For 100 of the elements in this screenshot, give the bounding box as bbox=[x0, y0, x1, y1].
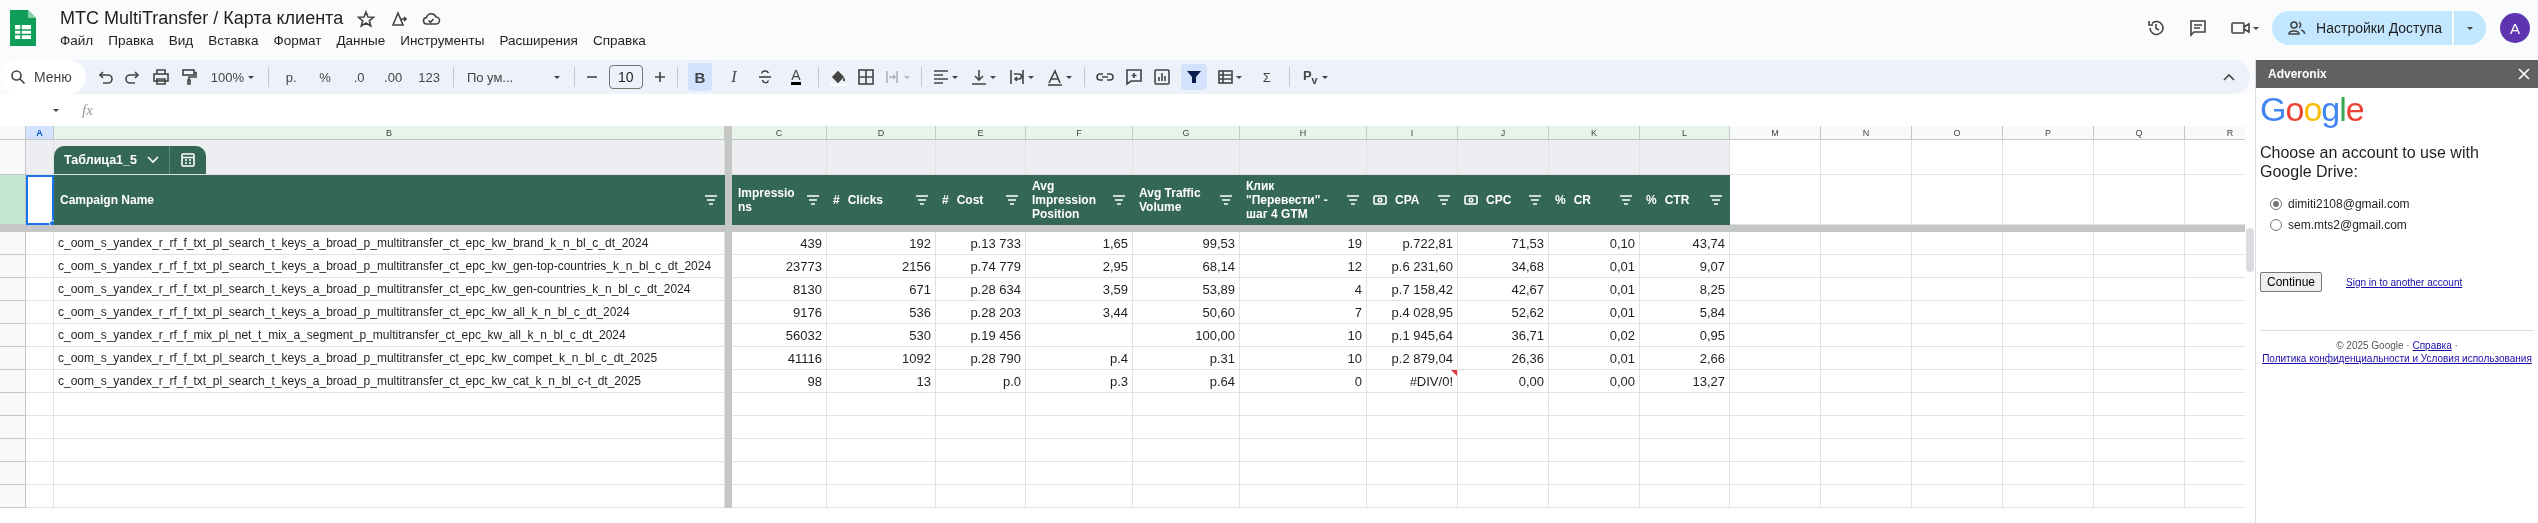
menu-item[interactable]: Данные bbox=[336, 33, 386, 48]
empty-cell[interactable] bbox=[1730, 416, 1821, 439]
increase-decimals-button[interactable]: .00 bbox=[381, 63, 406, 91]
menu-item[interactable]: Расширения bbox=[499, 33, 578, 48]
column-header[interactable]: O bbox=[1912, 126, 2003, 140]
column-header[interactable]: C bbox=[732, 126, 827, 140]
empty-cell[interactable] bbox=[1821, 416, 1912, 439]
empty-cell[interactable] bbox=[936, 439, 1026, 462]
empty-cell[interactable] bbox=[1912, 140, 2003, 175]
empty-cell[interactable] bbox=[1821, 140, 1912, 175]
empty-cell[interactable] bbox=[1026, 324, 1133, 347]
empty-cell[interactable] bbox=[2003, 347, 2094, 370]
empty-cell[interactable] bbox=[1912, 416, 2003, 439]
empty-cell[interactable] bbox=[2003, 140, 2094, 175]
italic-button[interactable]: I bbox=[721, 63, 746, 91]
borders-icon[interactable] bbox=[856, 68, 875, 86]
empty-cell[interactable] bbox=[2094, 301, 2185, 324]
empty-cell[interactable] bbox=[1367, 393, 1458, 416]
empty-cell[interactable] bbox=[1821, 439, 1912, 462]
empty-cell[interactable] bbox=[2003, 393, 2094, 416]
decrease-decimals-button[interactable]: .0 bbox=[347, 63, 372, 91]
share-button[interactable]: Настройки Доступа bbox=[2272, 11, 2452, 45]
menu-item[interactable]: Правка bbox=[108, 33, 154, 48]
row-header[interactable] bbox=[0, 140, 26, 175]
empty-cell[interactable] bbox=[827, 416, 936, 439]
empty-cell[interactable] bbox=[936, 462, 1026, 485]
empty-cell[interactable] bbox=[1821, 278, 1912, 301]
empty-cell[interactable] bbox=[1912, 278, 2003, 301]
row-header[interactable] bbox=[0, 439, 26, 462]
column-header[interactable]: Q bbox=[2094, 126, 2185, 140]
filter-icon[interactable] bbox=[1180, 64, 1207, 90]
empty-cell[interactable] bbox=[1549, 416, 1640, 439]
column-header[interactable]: P bbox=[2003, 126, 2094, 140]
plus-icon[interactable] bbox=[652, 70, 667, 84]
row-header[interactable] bbox=[0, 485, 26, 508]
filter-views-icon[interactable] bbox=[1216, 68, 1245, 86]
empty-cell[interactable] bbox=[1240, 416, 1367, 439]
empty-cell[interactable] bbox=[2003, 439, 2094, 462]
empty-cell[interactable] bbox=[2003, 485, 2094, 508]
footer-link[interactable]: Справка bbox=[2412, 340, 2452, 351]
empty-cell[interactable] bbox=[1730, 232, 1821, 255]
empty-cell[interactable] bbox=[1912, 370, 2003, 393]
empty-cell[interactable] bbox=[1133, 462, 1240, 485]
text-wrap-icon[interactable] bbox=[1007, 68, 1036, 86]
empty-cell[interactable] bbox=[827, 393, 936, 416]
continue-button[interactable]: Continue bbox=[2260, 272, 2323, 292]
column-header[interactable]: H bbox=[1240, 126, 1367, 140]
empty-cell[interactable] bbox=[1821, 301, 1912, 324]
empty-cell[interactable] bbox=[1549, 462, 1640, 485]
empty-cell[interactable] bbox=[1458, 462, 1549, 485]
document-title[interactable]: МТС MultiTransfer / Карта клиента bbox=[60, 8, 344, 29]
menu-search-field[interactable]: Меню bbox=[0, 60, 86, 94]
empty-cell[interactable] bbox=[2003, 278, 2094, 301]
empty-cell[interactable] bbox=[1549, 439, 1640, 462]
empty-cell[interactable] bbox=[1640, 439, 1730, 462]
empty-cell[interactable] bbox=[1912, 324, 2003, 347]
column-header[interactable]: A bbox=[26, 126, 54, 140]
row-header[interactable] bbox=[0, 416, 26, 439]
radio-button[interactable] bbox=[2270, 198, 2282, 210]
empty-cell[interactable] bbox=[2094, 439, 2185, 462]
empty-cell[interactable] bbox=[1458, 393, 1549, 416]
empty-cell[interactable] bbox=[1730, 324, 1821, 347]
empty-cell[interactable] bbox=[1240, 393, 1367, 416]
insert-comment-icon[interactable] bbox=[1124, 68, 1143, 86]
redo-icon[interactable] bbox=[123, 68, 142, 86]
input-tools-button[interactable]: Р$_{v}$ bbox=[1299, 63, 1332, 91]
fill-color-icon[interactable] bbox=[828, 68, 847, 86]
empty-cell[interactable] bbox=[1912, 347, 2003, 370]
empty-cell[interactable] bbox=[2094, 462, 2185, 485]
sheets-logo-icon[interactable] bbox=[8, 8, 38, 48]
empty-cell[interactable] bbox=[1458, 485, 1549, 508]
column-header[interactable]: D bbox=[827, 126, 936, 140]
row-header[interactable] bbox=[0, 232, 26, 255]
empty-cell[interactable] bbox=[936, 393, 1026, 416]
empty-cell[interactable] bbox=[1026, 416, 1133, 439]
empty-cell[interactable] bbox=[1912, 232, 2003, 255]
empty-cell[interactable] bbox=[936, 416, 1026, 439]
empty-cell[interactable] bbox=[1821, 393, 1912, 416]
empty-cell[interactable] bbox=[2094, 140, 2185, 175]
column-header[interactable]: F bbox=[1026, 126, 1133, 140]
row-header[interactable] bbox=[0, 255, 26, 278]
empty-cell[interactable] bbox=[1730, 301, 1821, 324]
row-header[interactable] bbox=[0, 393, 26, 416]
column-header[interactable]: I bbox=[1367, 126, 1458, 140]
bold-button[interactable]: B bbox=[687, 63, 712, 91]
empty-cell[interactable] bbox=[1026, 485, 1133, 508]
empty-cell[interactable] bbox=[1458, 439, 1549, 462]
row-header[interactable] bbox=[0, 324, 26, 347]
empty-cell[interactable] bbox=[1640, 393, 1730, 416]
empty-cell[interactable] bbox=[2094, 485, 2185, 508]
empty-cell[interactable] bbox=[1821, 324, 1912, 347]
column-header[interactable]: J bbox=[1458, 126, 1549, 140]
column-header[interactable]: G bbox=[1133, 126, 1240, 140]
empty-cell[interactable] bbox=[1730, 462, 1821, 485]
menu-item[interactable]: Файл bbox=[60, 33, 94, 48]
empty-cell[interactable] bbox=[2003, 232, 2094, 255]
empty-cell[interactable] bbox=[1912, 462, 2003, 485]
empty-cell[interactable] bbox=[2094, 347, 2185, 370]
menu-item[interactable]: Вставка bbox=[208, 33, 259, 48]
selected-cell[interactable] bbox=[26, 175, 54, 225]
